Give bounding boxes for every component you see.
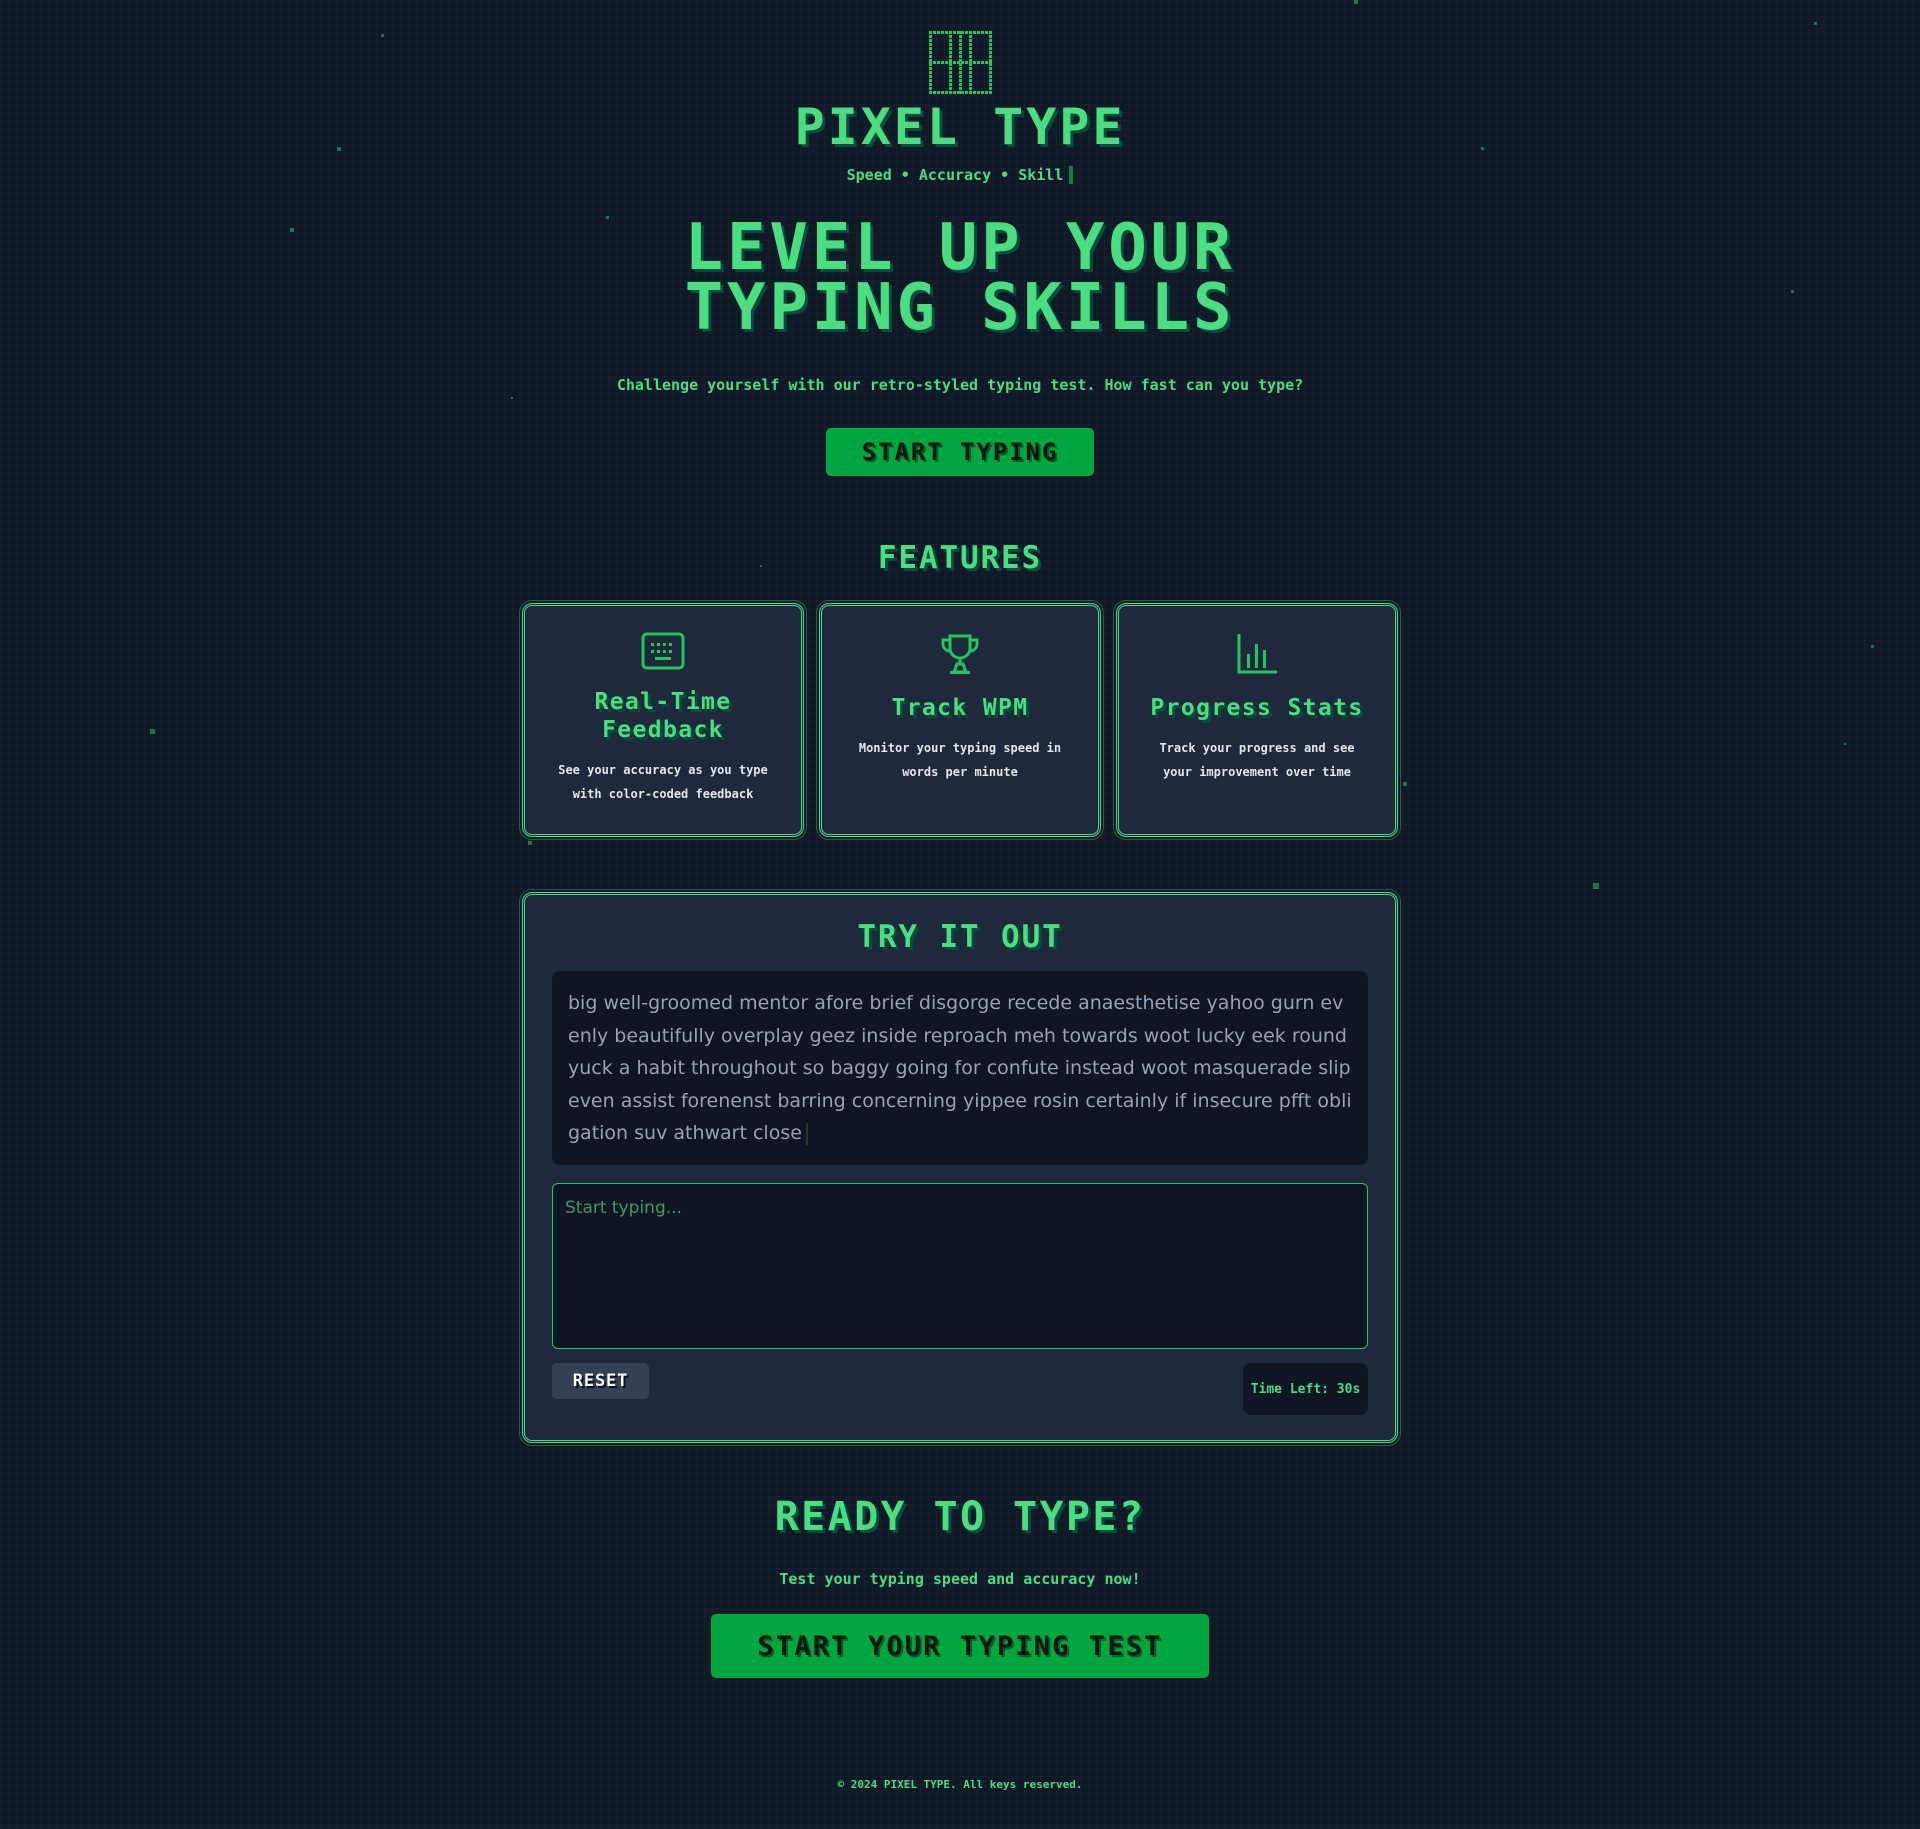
- tagline-text: Speed • Accuracy • Skill: [846, 166, 1064, 184]
- feature-title: Real-Time Feedback: [594, 689, 732, 743]
- time-left-display: Time Left: 30s: [1243, 1363, 1368, 1415]
- hero-title: LEVEL UP YOUR TYPING SKILLS: [0, 216, 1920, 340]
- decorative-pixel: [1814, 22, 1817, 25]
- reset-button[interactable]: RESET: [552, 1363, 649, 1399]
- decorative-pixel: [1403, 782, 1407, 786]
- decorative-pixel: [1871, 645, 1874, 648]
- hero-section: LEVEL UP YOUR TYPING SKILLS Challenge yo…: [0, 216, 1920, 476]
- try-title: TRY IT OUT: [857, 919, 1063, 955]
- bar-chart-icon: [1237, 634, 1277, 674]
- start-typing-test-button[interactable]: START YOUR TYPING TEST: [711, 1614, 1209, 1678]
- start-typing-button[interactable]: START TYPING: [826, 428, 1094, 476]
- text-cursor: [805, 1122, 808, 1145]
- footer-copyright: © 2024 PIXEL TYPE. All keys reserved.: [837, 1778, 1083, 1791]
- ready-title: READY TO TYPE?: [774, 1494, 1146, 1540]
- site-header: PIXEL TYPE Speed • Accuracy • Skill: [0, 30, 1920, 184]
- feature-description: Track your progress and see your improve…: [1159, 741, 1355, 779]
- trophy-icon: [941, 634, 979, 674]
- feature-title: Progress Stats: [1150, 695, 1364, 721]
- hero-title-line2: TYPING SKILLS: [684, 271, 1236, 345]
- passage-text: big well-groomed mentor afore brief disg…: [568, 992, 1352, 1144]
- decorative-pixel: [1354, 0, 1358, 4]
- decorative-pixel: [1593, 883, 1599, 889]
- feature-card-track-wpm: Track WPM Monitor your typing speed in w…: [816, 600, 1104, 840]
- feature-title: Track WPM: [891, 695, 1029, 721]
- feature-card-progress-stats: Progress Stats Track your progress and s…: [1113, 600, 1401, 840]
- ready-section: READY TO TYPE? Test your typing speed an…: [0, 1494, 1920, 1678]
- text-cursor: [1069, 166, 1074, 184]
- features-title: FEATURES: [877, 540, 1043, 576]
- feature-description: See your accuracy as you type with color…: [558, 763, 768, 801]
- logo-icon: [928, 30, 992, 94]
- typing-input[interactable]: [552, 1183, 1368, 1349]
- decorative-pixel: [1844, 743, 1846, 745]
- try-it-out-panel: TRY IT OUT big well-groomed mentor afore…: [519, 889, 1401, 1446]
- brand-title: PIXEL TYPE: [794, 98, 1126, 156]
- feature-description: Monitor your typing speed in words per m…: [858, 741, 1062, 779]
- keyboard-icon: [641, 632, 685, 670]
- hero-subtitle: Challenge yourself with our retro-styled…: [616, 376, 1304, 394]
- feature-card-realtime-feedback: Real-Time Feedback See your accuracy as …: [519, 600, 807, 840]
- tagline: Speed • Accuracy • Skill: [0, 166, 1920, 184]
- features-list: Real-Time Feedback See your accuracy as …: [519, 600, 1401, 840]
- decorative-pixel: [150, 729, 155, 734]
- decorative-pixel: [528, 841, 532, 845]
- typing-passage: big well-groomed mentor afore brief disg…: [552, 971, 1368, 1165]
- ready-subtitle: Test your typing speed and accuracy now!: [779, 1570, 1141, 1588]
